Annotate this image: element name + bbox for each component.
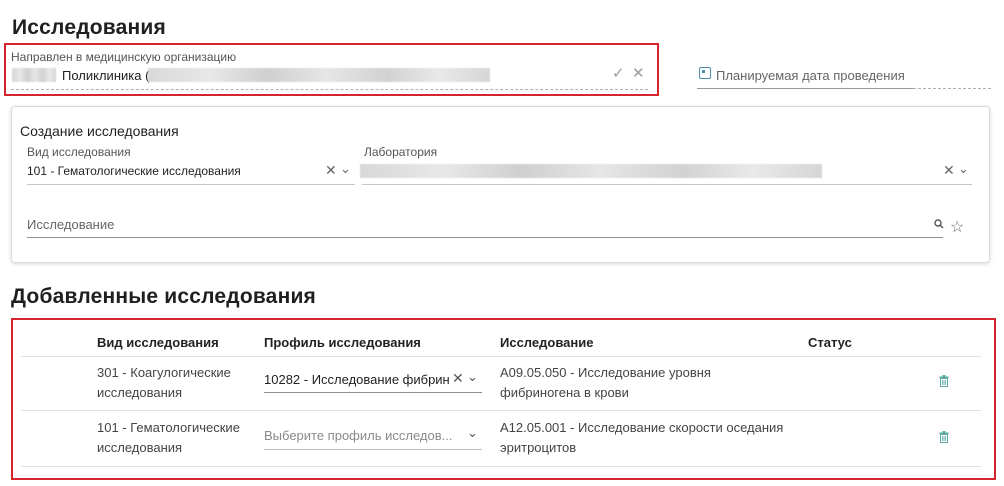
study-type-underline: [27, 184, 355, 185]
redacted-text: [148, 68, 490, 82]
laboratory-label: Лаборатория: [364, 145, 438, 159]
row-study-line1: A09.05.050 - Исследование уровня: [500, 365, 711, 380]
chevron-down-icon[interactable]: ⌄: [958, 162, 969, 175]
close-icon[interactable]: ✕: [452, 371, 464, 385]
profile-select[interactable]: 10282 - Исследование фибриноге: [264, 372, 450, 387]
close-icon[interactable]: ✕: [943, 163, 955, 177]
trash-icon[interactable]: [939, 431, 949, 443]
profile-select-placeholder[interactable]: Выберите профиль исследов...: [264, 428, 452, 443]
chevron-down-icon[interactable]: ⌄: [467, 426, 478, 439]
row-type-line2: исследования: [97, 385, 183, 400]
row-type-line1: 301 - Коагулогические: [97, 365, 231, 380]
column-header-type: Вид исследования: [97, 335, 219, 350]
row-study-line2: фибриногена в крови: [500, 385, 629, 400]
star-icon[interactable]: ☆: [950, 220, 964, 236]
chevron-down-icon[interactable]: ⌄: [467, 370, 478, 383]
section-title: Исследования: [12, 16, 166, 39]
search-icon[interactable]: [934, 219, 944, 229]
planned-date-underline: [697, 88, 913, 89]
calendar-icon[interactable]: [699, 67, 711, 79]
close-icon[interactable]: ✕: [632, 66, 645, 81]
row-study-line2: эритроцитов: [500, 440, 577, 455]
check-icon[interactable]: ✓: [612, 66, 625, 81]
row-type-line2: исследования: [97, 440, 183, 455]
table-divider: [21, 466, 981, 467]
create-study-title: Создание исследования: [20, 123, 179, 139]
chevron-down-icon[interactable]: ⌄: [340, 162, 351, 175]
column-header-status: Статус: [808, 335, 852, 350]
trash-icon[interactable]: [939, 375, 949, 387]
laboratory-underline: [362, 184, 972, 185]
close-icon[interactable]: ✕: [325, 163, 337, 177]
referral-underline: [11, 89, 648, 90]
study-search-underline: [27, 237, 943, 238]
study-type-select[interactable]: 101 - Гематологические исследования: [27, 164, 241, 178]
column-header-study: Исследование: [500, 335, 594, 350]
added-studies-title: Добавленные исследования: [11, 285, 317, 308]
planned-date-input[interactable]: Планируемая дата проведения: [716, 68, 905, 83]
redacted-text: [12, 68, 56, 82]
profile-underline: [264, 449, 482, 450]
referral-value[interactable]: Поликлиника (: [62, 68, 149, 83]
redacted-text: [360, 164, 822, 178]
row-study-line1: A12.05.001 - Исследование скорости оседа…: [500, 420, 784, 435]
column-header-profile: Профиль исследования: [264, 335, 421, 350]
study-type-label: Вид исследования: [27, 145, 131, 159]
row-type-line1: 101 - Гематологические: [97, 420, 240, 435]
planned-date-dashed: [913, 88, 991, 89]
profile-underline: [264, 392, 482, 393]
study-search-input[interactable]: Исследование: [27, 217, 114, 232]
referral-label: Направлен в медицинскую организацию: [11, 50, 237, 64]
